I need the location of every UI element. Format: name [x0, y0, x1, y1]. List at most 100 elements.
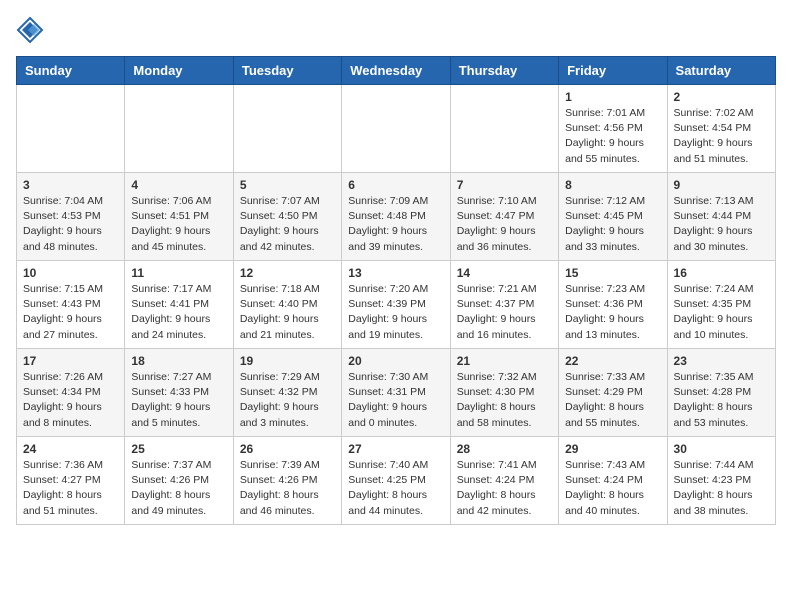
- day-number: 2: [674, 90, 769, 104]
- calendar-cell: 15Sunrise: 7:23 AM Sunset: 4:36 PM Dayli…: [559, 261, 667, 349]
- day-info: Sunrise: 7:43 AM Sunset: 4:24 PM Dayligh…: [565, 458, 660, 519]
- calendar-cell: 28 Sunrise: 7:41 AM Sunset: 4:24 PM Dayli…: [450, 437, 558, 525]
- day-number: 28: [457, 442, 552, 456]
- day-number: 21: [457, 354, 552, 368]
- calendar-cell: 26 Sunrise: 7:39 AM Sunset: 4:26 PM Dayli…: [233, 437, 341, 525]
- calendar-cell: 19 Sunrise: 7:29 AM Sunset: 4:32 PM Dayli…: [233, 349, 341, 437]
- calendar-cell: 8 Sunrise: 7:12 AM Sunset: 4:45 PM Daylig…: [559, 173, 667, 261]
- day-info: Sunrise: 7:41 AM Sunset: 4:24 PM Dayligh…: [457, 458, 552, 519]
- calendar-cell: [17, 85, 125, 173]
- calendar-week-3: 10 Sunrise: 7:15 AM Sunset: 4:43 PM Dayli…: [17, 261, 776, 349]
- day-number: 13: [348, 266, 443, 280]
- calendar-cell: 29 Sunrise: 7:43 AM Sunset: 4:24 PM Dayli…: [559, 437, 667, 525]
- calendar-cell: 2Sunrise: 7:02 AM Sunset: 4:54 PM Daylig…: [667, 85, 775, 173]
- day-info: Sunrise: 7:04 AM Sunset: 4:53 PM Dayligh…: [23, 194, 118, 255]
- day-info: Sunrise: 7:36 AM Sunset: 4:27 PM Dayligh…: [23, 458, 118, 519]
- day-number: 19: [240, 354, 335, 368]
- calendar-cell: 27 Sunrise: 7:40 AM Sunset: 4:25 PM Dayli…: [342, 437, 450, 525]
- calendar-cell: 10 Sunrise: 7:15 AM Sunset: 4:43 PM Dayli…: [17, 261, 125, 349]
- day-number: 1: [565, 90, 660, 104]
- calendar-table: SundayMondayTuesdayWednesdayThursdayFrid…: [16, 56, 776, 525]
- calendar-cell: 3 Sunrise: 7:04 AM Sunset: 4:53 PM Daylig…: [17, 173, 125, 261]
- day-number: 17: [23, 354, 118, 368]
- day-number: 12: [240, 266, 335, 280]
- day-info: Sunrise: 7:06 AM Sunset: 4:51 PM Dayligh…: [131, 194, 226, 255]
- day-number: 4: [131, 178, 226, 192]
- day-number: 18: [131, 354, 226, 368]
- calendar-cell: [342, 85, 450, 173]
- logo: [16, 16, 48, 44]
- day-info: Sunrise: 7:44 AM Sunset: 4:23 PM Dayligh…: [674, 458, 769, 519]
- calendar-cell: 7 Sunrise: 7:10 AM Sunset: 4:47 PM Daylig…: [450, 173, 558, 261]
- day-info: Sunrise: 7:21 AM Sunset: 4:37 PM Dayligh…: [457, 282, 552, 343]
- day-number: 10: [23, 266, 118, 280]
- day-number: 29: [565, 442, 660, 456]
- day-info: Sunrise: 7:17 AM Sunset: 4:41 PM Dayligh…: [131, 282, 226, 343]
- day-info: Sunrise: 7:20 AM Sunset: 4:39 PM Dayligh…: [348, 282, 443, 343]
- day-info: Sunrise: 7:09 AM Sunset: 4:48 PM Dayligh…: [348, 194, 443, 255]
- day-number: 11: [131, 266, 226, 280]
- day-number: 23: [674, 354, 769, 368]
- calendar-cell: [233, 85, 341, 173]
- day-info: Sunrise: 7:18 AM Sunset: 4:40 PM Dayligh…: [240, 282, 335, 343]
- calendar-cell: 30 Sunrise: 7:44 AM Sunset: 4:23 PM Dayli…: [667, 437, 775, 525]
- calendar-cell: 20Sunrise: 7:30 AM Sunset: 4:31 PM Dayli…: [342, 349, 450, 437]
- calendar-cell: 1 Sunrise: 7:01 AM Sunset: 4:56 PM Daylig…: [559, 85, 667, 173]
- calendar-cell: 14 Sunrise: 7:21 AM Sunset: 4:37 PM Dayli…: [450, 261, 558, 349]
- calendar-cell: 9Sunrise: 7:13 AM Sunset: 4:44 PM Daylig…: [667, 173, 775, 261]
- calendar-cell: 25 Sunrise: 7:37 AM Sunset: 4:26 PM Dayli…: [125, 437, 233, 525]
- day-number: 24: [23, 442, 118, 456]
- calendar-week-2: 3 Sunrise: 7:04 AM Sunset: 4:53 PM Daylig…: [17, 173, 776, 261]
- col-header-wednesday: Wednesday: [342, 57, 450, 85]
- calendar-cell: [125, 85, 233, 173]
- col-header-saturday: Saturday: [667, 57, 775, 85]
- day-number: 25: [131, 442, 226, 456]
- day-info: Sunrise: 7:37 AM Sunset: 4:26 PM Dayligh…: [131, 458, 226, 519]
- calendar-week-1: 1 Sunrise: 7:01 AM Sunset: 4:56 PM Daylig…: [17, 85, 776, 173]
- day-info: Sunrise: 7:35 AM Sunset: 4:28 PM Dayligh…: [674, 370, 769, 431]
- calendar-cell: 24 Sunrise: 7:36 AM Sunset: 4:27 PM Dayli…: [17, 437, 125, 525]
- day-number: 26: [240, 442, 335, 456]
- day-number: 30: [674, 442, 769, 456]
- col-header-tuesday: Tuesday: [233, 57, 341, 85]
- calendar-cell: 17 Sunrise: 7:26 AM Sunset: 4:34 PM Dayli…: [17, 349, 125, 437]
- day-info: Sunrise: 7:33 AM Sunset: 4:29 PM Dayligh…: [565, 370, 660, 431]
- col-header-monday: Monday: [125, 57, 233, 85]
- day-number: 27: [348, 442, 443, 456]
- day-number: 3: [23, 178, 118, 192]
- day-info: Sunrise: 7:40 AM Sunset: 4:25 PM Dayligh…: [348, 458, 443, 519]
- day-info: Sunrise: 7:27 AM Sunset: 4:33 PM Dayligh…: [131, 370, 226, 431]
- col-header-sunday: Sunday: [17, 57, 125, 85]
- calendar-cell: 6Sunrise: 7:09 AM Sunset: 4:48 PM Daylig…: [342, 173, 450, 261]
- day-number: 22: [565, 354, 660, 368]
- calendar-cell: 12 Sunrise: 7:18 AM Sunset: 4:40 PM Dayli…: [233, 261, 341, 349]
- calendar-week-5: 24 Sunrise: 7:36 AM Sunset: 4:27 PM Dayli…: [17, 437, 776, 525]
- day-info: Sunrise: 7:10 AM Sunset: 4:47 PM Dayligh…: [457, 194, 552, 255]
- calendar-cell: 11 Sunrise: 7:17 AM Sunset: 4:41 PM Dayli…: [125, 261, 233, 349]
- day-info: Sunrise: 7:24 AM Sunset: 4:35 PM Dayligh…: [674, 282, 769, 343]
- day-number: 16: [674, 266, 769, 280]
- day-info: Sunrise: 7:15 AM Sunset: 4:43 PM Dayligh…: [23, 282, 118, 343]
- day-number: 5: [240, 178, 335, 192]
- col-header-friday: Friday: [559, 57, 667, 85]
- calendar-cell: 22 Sunrise: 7:33 AM Sunset: 4:29 PM Dayli…: [559, 349, 667, 437]
- day-info: Sunrise: 7:39 AM Sunset: 4:26 PM Dayligh…: [240, 458, 335, 519]
- day-info: Sunrise: 7:23 AM Sunset: 4:36 PM Dayligh…: [565, 282, 660, 343]
- calendar-cell: 13 Sunrise: 7:20 AM Sunset: 4:39 PM Dayli…: [342, 261, 450, 349]
- calendar-cell: 21 Sunrise: 7:32 AM Sunset: 4:30 PM Dayli…: [450, 349, 558, 437]
- day-info: Sunrise: 7:01 AM Sunset: 4:56 PM Dayligh…: [565, 106, 660, 167]
- day-number: 20: [348, 354, 443, 368]
- calendar-cell: 23 Sunrise: 7:35 AM Sunset: 4:28 PM Dayli…: [667, 349, 775, 437]
- day-info: Sunrise: 7:12 AM Sunset: 4:45 PM Dayligh…: [565, 194, 660, 255]
- day-info: Sunrise: 7:32 AM Sunset: 4:30 PM Dayligh…: [457, 370, 552, 431]
- calendar-header-row: SundayMondayTuesdayWednesdayThursdayFrid…: [17, 57, 776, 85]
- day-info: Sunrise: 7:29 AM Sunset: 4:32 PM Dayligh…: [240, 370, 335, 431]
- day-info: Sunrise: 7:26 AM Sunset: 4:34 PM Dayligh…: [23, 370, 118, 431]
- day-number: 9: [674, 178, 769, 192]
- calendar-cell: [450, 85, 558, 173]
- day-number: 7: [457, 178, 552, 192]
- day-number: 8: [565, 178, 660, 192]
- day-number: 14: [457, 266, 552, 280]
- logo-icon: [16, 16, 44, 44]
- calendar-cell: 18 Sunrise: 7:27 AM Sunset: 4:33 PM Dayli…: [125, 349, 233, 437]
